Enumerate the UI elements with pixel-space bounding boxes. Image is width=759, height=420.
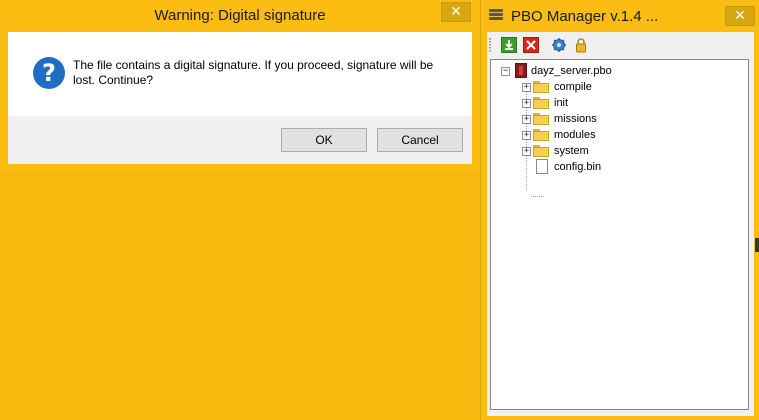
warning-dialog: Warning: Digital signature ✕ ? The file …: [0, 0, 480, 172]
folder-icon: [533, 145, 549, 157]
pbo-close-button[interactable]: ✕: [725, 6, 755, 26]
tree-item-label: config.bin: [554, 161, 602, 173]
toolbar-grip[interactable]: [489, 38, 491, 52]
app-icon: [489, 9, 503, 23]
file-icon: [536, 159, 548, 174]
pbo-client: − dayz_server.pbo + compile + init + mis…: [487, 32, 754, 416]
collapse-icon[interactable]: −: [501, 67, 510, 76]
expand-icon[interactable]: +: [522, 131, 531, 140]
folder-icon: [533, 81, 549, 93]
settings-icon[interactable]: [551, 37, 567, 53]
dialog-close-button[interactable]: ✕: [441, 2, 471, 22]
dialog-body: ? The file contains a digital signature.…: [8, 32, 472, 164]
ok-button[interactable]: OK: [281, 128, 367, 152]
pbo-file-icon: [515, 63, 527, 78]
extract-icon[interactable]: [501, 37, 517, 53]
pbo-manager-window: PBO Manager v.1.4 ... ✕ − dayz_server.pb…: [480, 0, 759, 420]
tree-connector: [531, 196, 544, 197]
file-tree[interactable]: − dayz_server.pbo + compile + init + mis…: [490, 59, 749, 410]
tree-item-label: compile: [554, 81, 592, 93]
dialog-message: The file contains a digital signature. I…: [73, 58, 434, 87]
folder-icon: [533, 97, 549, 109]
expand-icon[interactable]: +: [522, 99, 531, 108]
lock-icon[interactable]: [573, 37, 589, 53]
expand-icon[interactable]: +: [522, 147, 531, 156]
delete-icon[interactable]: [523, 37, 539, 53]
expand-icon[interactable]: +: [522, 115, 531, 124]
message-area: ? The file contains a digital signature.…: [8, 32, 472, 116]
dialog-title: Warning: Digital signature: [154, 7, 326, 24]
tree-item-label: init: [554, 97, 569, 109]
tree-item-label: missions: [554, 113, 597, 125]
cancel-button[interactable]: Cancel: [377, 128, 463, 152]
pbo-window-title: PBO Manager v.1.4 ...: [511, 8, 659, 25]
folder-icon: [533, 129, 549, 141]
expand-icon[interactable]: +: [522, 83, 531, 92]
tree-item-label: modules: [554, 129, 596, 141]
tree-item-label: dayz_server.pbo: [531, 65, 612, 77]
pbo-titlebar[interactable]: PBO Manager v.1.4 ... ✕: [481, 0, 759, 32]
tree-item-label: system: [554, 145, 589, 157]
window-edge-marker: [755, 238, 759, 252]
toolbar: [487, 32, 754, 58]
question-icon: ?: [33, 57, 65, 89]
folder-icon: [533, 113, 549, 125]
